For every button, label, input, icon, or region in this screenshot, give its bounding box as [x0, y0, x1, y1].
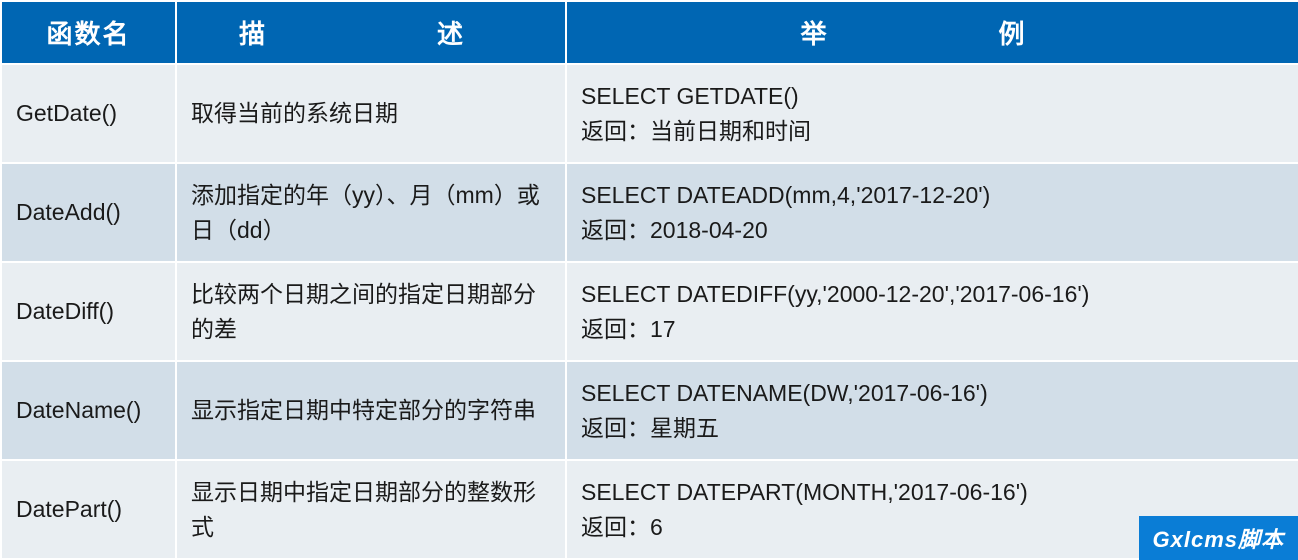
- header-ex: 举 例: [566, 1, 1298, 64]
- cell-desc: 取得当前的系统日期: [176, 64, 566, 163]
- cell-desc: 显示指定日期中特定部分的字符串: [176, 361, 566, 460]
- table-row: DateDiff() 比较两个日期之间的指定日期部分的差 SELECT DATE…: [1, 262, 1298, 361]
- function-reference-table: 函数名 描 述 举 例 GetDate() 取得当前的系统日期 SELECT G…: [0, 0, 1298, 560]
- table-row: DateAdd() 添加指定的年（yy）、月（mm）或日（dd） SELECT …: [1, 163, 1298, 262]
- cell-ex: SELECT DATENAME(DW,'2017-06-16')返回：星期五: [566, 361, 1298, 460]
- cell-fn: DateDiff(): [1, 262, 176, 361]
- cell-ex: SELECT GETDATE()返回：当前日期和时间: [566, 64, 1298, 163]
- cell-fn: DateName(): [1, 361, 176, 460]
- cell-fn: GetDate(): [1, 64, 176, 163]
- cell-desc: 显示日期中指定日期部分的整数形式: [176, 460, 566, 559]
- table-row: DateName() 显示指定日期中特定部分的字符串 SELECT DATENA…: [1, 361, 1298, 460]
- cell-fn: DatePart(): [1, 460, 176, 559]
- table-row: GetDate() 取得当前的系统日期 SELECT GETDATE()返回：当…: [1, 64, 1298, 163]
- cell-desc: 比较两个日期之间的指定日期部分的差: [176, 262, 566, 361]
- table-header-row: 函数名 描 述 举 例: [1, 1, 1298, 64]
- cell-ex: SELECT DATEDIFF(yy,'2000-12-20','2017-06…: [566, 262, 1298, 361]
- cell-fn: DateAdd(): [1, 163, 176, 262]
- watermark-badge: Gxlcms脚本: [1139, 516, 1298, 560]
- header-fn: 函数名: [1, 1, 176, 64]
- cell-ex: SELECT DATEADD(mm,4,'2017-12-20')返回：2018…: [566, 163, 1298, 262]
- cell-desc: 添加指定的年（yy）、月（mm）或日（dd）: [176, 163, 566, 262]
- table-row: DatePart() 显示日期中指定日期部分的整数形式 SELECT DATEP…: [1, 460, 1298, 559]
- header-desc: 描 述: [176, 1, 566, 64]
